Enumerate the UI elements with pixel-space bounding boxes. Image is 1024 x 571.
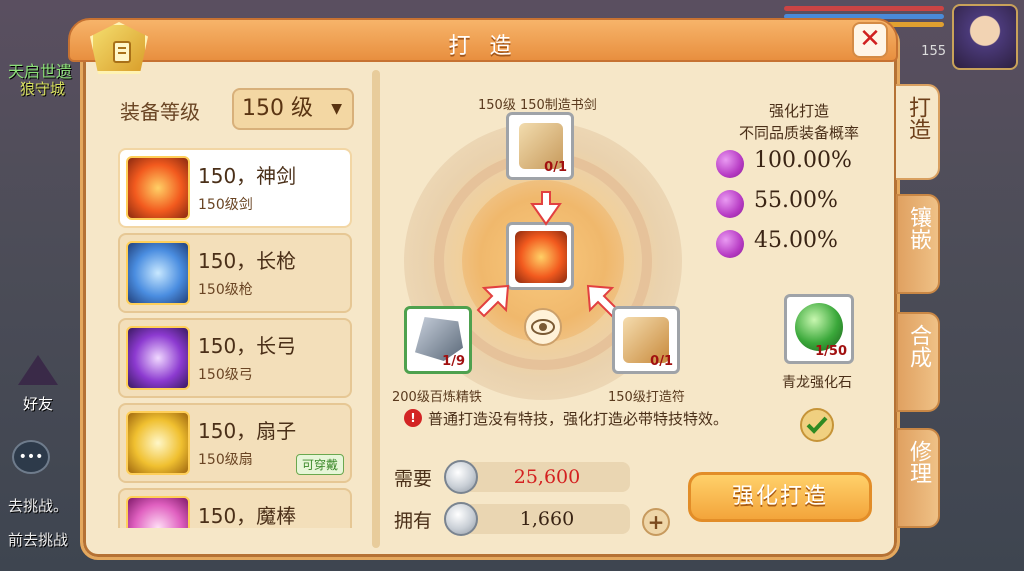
probability-subtitle: 不同品质装备概率 <box>738 124 859 142</box>
have-label: 拥有 <box>394 510 433 532</box>
purple-orb-icon <box>716 150 744 178</box>
enhanced-craft-button[interactable]: 强化打造 <box>688 472 872 522</box>
equipment-list[interactable]: 150，神剑 150级剑 150，长枪 150级枪 150，长弓 150级弓 1… <box>118 148 352 528</box>
blueprint-slot[interactable]: 0/1 <box>506 112 574 180</box>
add-currency-button[interactable]: + <box>642 508 670 536</box>
chat-log: 去挑战。 前去挑战 <box>8 495 68 551</box>
tab-repair[interactable]: 修理 <box>896 428 940 528</box>
silver-coin-icon <box>444 502 478 536</box>
result-slot[interactable] <box>506 222 574 290</box>
chat-line: 去挑战。 <box>8 497 69 515</box>
wand-icon <box>126 496 190 528</box>
craft-notice: ! 普通打造没有特技，强化打造必带特技特效。 <box>404 408 734 430</box>
need-label: 需要 <box>394 468 433 490</box>
list-item[interactable]: 150，长枪 150级枪 <box>118 233 352 313</box>
tab-combine[interactable]: 合成 <box>896 312 940 412</box>
chat-bubble-icon[interactable]: ••• <box>12 440 50 474</box>
item-name: 150，神剑 <box>198 164 297 188</box>
talisman-slot[interactable]: 0/1 <box>612 306 680 374</box>
panel-title: 打 造 <box>448 34 518 59</box>
tab-inlay[interactable]: 镶嵌 <box>896 194 940 294</box>
title-bar: 打 造 <box>68 18 898 62</box>
player-avatar[interactable] <box>952 4 1018 70</box>
top-slot-label: 150级 150制造书剑 <box>478 98 597 113</box>
list-item[interactable]: 150，长弓 150级弓 <box>118 318 352 398</box>
slot-count: 1/9 <box>442 354 465 369</box>
wearable-badge: 可穿戴 <box>295 454 344 475</box>
friend-button[interactable]: 好友 <box>14 355 62 415</box>
need-value: 25,600 <box>464 462 630 492</box>
checkmark-icon[interactable] <box>800 408 834 442</box>
slot-count: 0/1 <box>650 354 673 369</box>
fan-icon <box>126 411 190 475</box>
wizard-hat-icon <box>18 355 58 385</box>
stone-label: 青龙强化石 <box>782 375 852 391</box>
item-name: 150，魔棒 <box>198 504 297 528</box>
purple-orb-icon <box>716 230 744 258</box>
equipment-list-panel: 装备等级 150 级 ▼ 150，神剑 150级剑 150，长枪 150级枪 1… <box>96 70 366 552</box>
sword-icon <box>126 156 190 220</box>
item-name: 150，扇子 <box>198 419 297 443</box>
probability-value: 55.00% <box>754 188 838 213</box>
sword-icon <box>515 231 567 283</box>
close-button[interactable]: ✕ <box>852 22 888 58</box>
equip-level-select[interactable]: 150 级 ▼ <box>232 88 354 130</box>
tab-forge[interactable]: 打造 <box>896 84 940 180</box>
bow-icon <box>126 326 190 390</box>
friend-label: 好友 <box>22 395 53 413</box>
triangle-down-icon: ▼ <box>331 101 342 117</box>
purple-orb-icon <box>716 190 744 218</box>
probability-value: 100.00% <box>754 148 852 173</box>
notice-text: 普通打造没有特技，强化打造必带特技特效。 <box>428 410 729 428</box>
cost-need-row: 需要 25,600 <box>394 460 674 494</box>
have-value: 1,660 <box>464 504 630 534</box>
item-sub: 150级弓 <box>198 367 253 383</box>
silver-coin-icon <box>444 460 478 494</box>
tab-label: 修理 <box>906 440 931 484</box>
slot-count: 0/1 <box>544 160 567 175</box>
equip-level-value: 150 级 <box>242 96 313 121</box>
spear-icon <box>126 241 190 305</box>
item-name: 150，长枪 <box>198 249 297 273</box>
list-item[interactable]: 150，扇子 150级扇 可穿戴 <box>118 403 352 483</box>
item-name: 150，长弓 <box>198 334 297 358</box>
list-item[interactable]: 150，魔棒 <box>118 488 352 528</box>
iron-slot-label: 200级百炼精铁 <box>392 390 482 405</box>
tab-label: 合成 <box>906 324 931 368</box>
chat-line: 前去挑战 <box>8 531 69 549</box>
player-level: 155 <box>921 44 946 59</box>
arrow-down-icon <box>530 191 562 226</box>
item-sub: 150级剑 <box>198 197 253 213</box>
cost-have-row: 拥有 1,660 <box>394 502 674 536</box>
talisman-slot-label: 150级打造符 <box>608 390 685 405</box>
slot-count: 1/50 <box>815 344 847 359</box>
equip-level-label: 装备等级 <box>120 100 200 124</box>
item-sub: 150级扇 <box>198 452 253 468</box>
iron-slot[interactable]: 1/9 <box>404 306 472 374</box>
tab-label: 镶嵌 <box>906 206 931 250</box>
arrow-up-right-icon <box>476 284 510 318</box>
list-item[interactable]: 150，神剑 150级剑 <box>118 148 352 228</box>
warning-icon: ! <box>404 409 422 427</box>
tab-label: 打造 <box>905 96 930 140</box>
map-sub: 狼守城 <box>20 80 66 98</box>
eye-icon[interactable] <box>524 308 562 346</box>
column-divider <box>372 70 380 548</box>
probability-value: 45.00% <box>754 228 838 253</box>
probability-title: 强化打造 不同品质装备概率 <box>724 100 874 144</box>
item-sub: 150级枪 <box>198 282 253 298</box>
probability-heading: 强化打造 <box>768 102 829 120</box>
stone-slot[interactable]: 1/50 <box>784 294 854 364</box>
